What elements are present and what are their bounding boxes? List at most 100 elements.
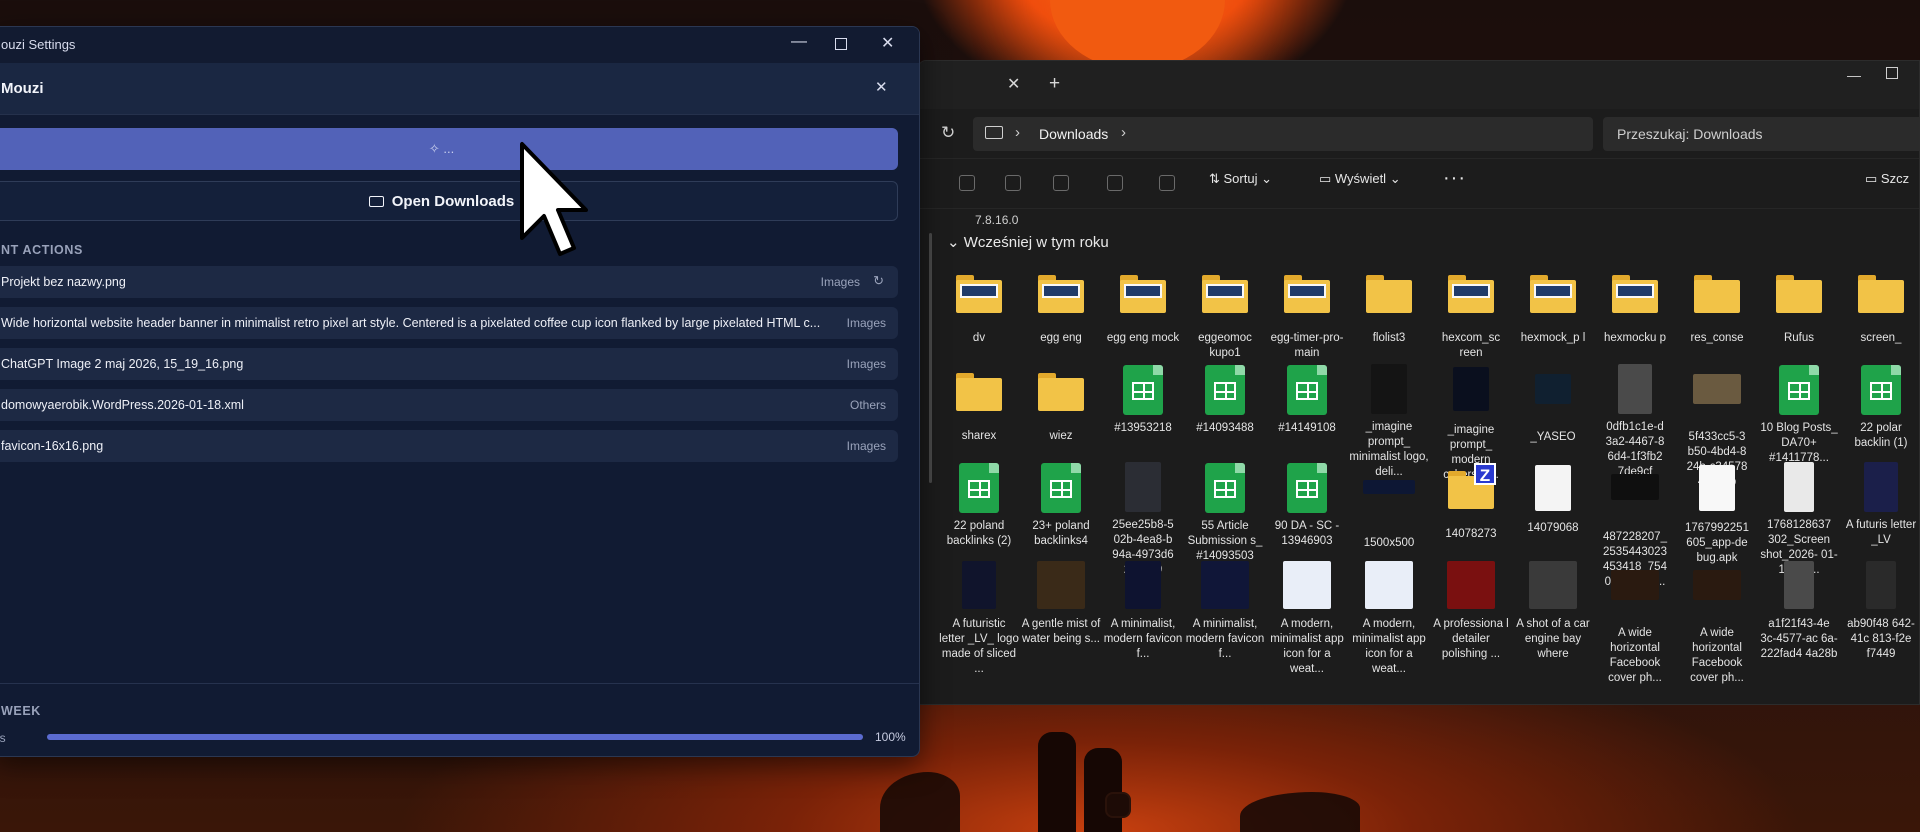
divider	[0, 683, 919, 684]
file-item[interactable]: #14149108	[1267, 363, 1347, 436]
close-panel-icon[interactable]: ✕	[875, 78, 888, 96]
primary-action-button[interactable]: ✧ ...	[0, 128, 898, 170]
recent-item[interactable]: domowyaerobik.WordPress.2026-01-18.xml O…	[0, 389, 898, 421]
folder-icon	[1038, 373, 1084, 411]
maximize-icon[interactable]	[835, 38, 847, 50]
file-item[interactable]: _YASEO	[1513, 363, 1593, 445]
delete-icon[interactable]	[1159, 175, 1175, 191]
scrollbar[interactable]	[929, 233, 932, 483]
minimize-icon[interactable]: —	[791, 33, 807, 51]
file-name: 1500x500	[1363, 537, 1415, 549]
new-tab-icon[interactable]: +	[1049, 73, 1060, 95]
mouzi-settings-window: ouzi Settings — ✕ Mouzi ✕ ✧ ... Open Dow…	[0, 26, 920, 757]
file-name: hexcom_sc reen	[1441, 332, 1501, 359]
group-header[interactable]: ⌄ Wcześniej w tym roku	[947, 233, 1109, 251]
wallpaper-foliage	[1240, 792, 1360, 832]
image-thumbnail	[1866, 561, 1896, 609]
recent-item[interactable]: Projekt bez nazwy.png Images ↻	[0, 266, 898, 298]
file-item[interactable]: 55 Article Submission s_ #14093503	[1185, 461, 1265, 564]
file-item[interactable]: dv	[939, 265, 1019, 346]
spreadsheet-icon	[1861, 365, 1901, 415]
file-item[interactable]: screen_	[1841, 265, 1919, 346]
chevron-right-icon[interactable]: ›	[1015, 124, 1020, 141]
share-icon[interactable]	[1107, 175, 1123, 191]
file-item[interactable]: A futuris letter _LV	[1841, 461, 1919, 548]
folder-icon	[956, 373, 1002, 411]
sort-button[interactable]: ⇅ Sortuj ⌄	[1209, 171, 1272, 187]
file-item[interactable]: A shot of a car engine bay where	[1513, 559, 1593, 662]
retry-icon[interactable]: ↻	[873, 273, 884, 289]
file-item[interactable]: A gentle mist of water being s...	[1021, 559, 1101, 647]
file-item[interactable]: #14093488	[1185, 363, 1265, 436]
file-item[interactable]: 23+ poland backlinks4	[1021, 461, 1101, 549]
file-item[interactable]: flolist3	[1349, 265, 1429, 346]
recent-item[interactable]: favicon-16x16.png Images	[0, 430, 898, 462]
folder-icon	[1038, 275, 1084, 313]
details-label: Szcz	[1880, 171, 1910, 186]
image-thumbnail	[1611, 474, 1659, 500]
file-item[interactable]: A wide horizontal Facebook cover ph...	[1595, 559, 1675, 686]
paste-icon[interactable]	[1005, 175, 1021, 191]
file-item[interactable]: sharex	[939, 363, 1019, 444]
file-item[interactable]: A minimalist, modern favicon f...	[1185, 559, 1265, 662]
file-item[interactable]: ab90f48 642-41c 813-f2e f7449	[1841, 559, 1919, 662]
file-item[interactable]: A modern, minimalist app icon for a weat…	[1349, 559, 1429, 677]
file-name: 10 Blog Posts_ DA70+ #1411778...	[1760, 422, 1838, 464]
file-name: A futuristic letter _LV_ logo made of sl…	[939, 618, 1019, 675]
rename-icon[interactable]	[1053, 175, 1069, 191]
group-label: Wcześniej w tym roku	[963, 234, 1109, 251]
minimize-icon[interactable]: —	[1847, 67, 1861, 83]
refresh-icon[interactable]: ↻	[941, 123, 955, 143]
recent-item[interactable]: ChatGPT Image 2 maj 2026, 15_19_16.png I…	[0, 348, 898, 380]
file-item[interactable]: A modern, minimalist app icon for a weat…	[1267, 559, 1347, 677]
breadcrumb[interactable]: Downloads	[1039, 126, 1108, 142]
file-item[interactable]: 1767992251 605_app-de bug.apk	[1677, 461, 1757, 566]
file-name: A shot of a car engine bay where	[1516, 618, 1590, 660]
file-item[interactable]: A professiona l detailer polishing ...	[1431, 559, 1511, 662]
file-item[interactable]: Z 14078273	[1431, 461, 1511, 542]
maximize-icon[interactable]	[1886, 67, 1898, 79]
file-item[interactable]: 90 DA - SC - 13946903	[1267, 461, 1347, 549]
file-item[interactable]: egg eng mock	[1103, 265, 1183, 346]
file-item[interactable]: 14079068	[1513, 461, 1593, 536]
details-pane-button[interactable]: ▭ Szcz	[1865, 171, 1909, 187]
folder-icon	[956, 275, 1002, 313]
file-item[interactable]: A wide horizontal Facebook cover ph...	[1677, 559, 1757, 686]
tab-close-icon[interactable]: ✕	[1007, 74, 1020, 94]
week-section-heading: WEEK	[1, 704, 41, 718]
more-options-icon[interactable]: ···	[1443, 167, 1466, 190]
file-item[interactable]: hexcom_sc reen	[1431, 265, 1511, 361]
file-name: egg eng mock	[1106, 332, 1180, 344]
image-thumbnail	[1693, 374, 1741, 404]
file-explorer-window: ✕ + — ↻ › Downloads › Przeszukaj: Downlo…	[918, 60, 1920, 705]
file-item[interactable]: 10 Blog Posts_ DA70+ #1411778...	[1759, 363, 1839, 466]
file-item[interactable]: #13953218	[1103, 363, 1183, 436]
file-item[interactable]: eggeomoc kupo1	[1185, 265, 1265, 361]
copy-icon[interactable]	[959, 175, 975, 191]
file-item[interactable]: res_conse	[1677, 265, 1757, 346]
file-item[interactable]: Rufus	[1759, 265, 1839, 346]
recent-item-name: domowyaerobik.WordPress.2026-01-18.xml	[1, 398, 244, 412]
close-icon[interactable]: ✕	[881, 33, 894, 53]
image-thumbnail	[1864, 462, 1898, 512]
file-item[interactable]: 1500x500	[1349, 461, 1429, 551]
path-box[interactable]: › Downloads ›	[973, 117, 1593, 151]
image-thumbnail	[1618, 364, 1652, 414]
file-item[interactable]: 22 poland backlinks (2)	[939, 461, 1019, 549]
file-item[interactable]: egg-timer-pro-main	[1267, 265, 1347, 361]
file-item[interactable]: egg eng	[1021, 265, 1101, 346]
file-item[interactable]: A minimalist, modern favicon f...	[1103, 559, 1183, 662]
file-item[interactable]: 22 polar backlin (1)	[1841, 363, 1919, 451]
view-button[interactable]: ▭ Wyświetl ⌄	[1319, 171, 1401, 187]
file-item[interactable]: hexmocku p	[1595, 265, 1675, 346]
open-downloads-button[interactable]: Open Downloads	[0, 181, 898, 221]
recent-item[interactable]: Wide horizontal website header banner in…	[0, 307, 898, 339]
file-item[interactable]: a1f21f43-4e 3c-4577-ac 6a-222fad4 4a28b	[1759, 559, 1839, 662]
search-input[interactable]: Przeszukaj: Downloads	[1603, 117, 1919, 151]
file-item[interactable]: hexmock_p l	[1513, 265, 1593, 346]
file-item[interactable]: A futuristic letter _LV_ logo made of sl…	[939, 559, 1019, 677]
file-name: 90 DA - SC - 13946903	[1274, 520, 1340, 547]
file-item[interactable]: wiez	[1021, 363, 1101, 444]
command-bar: ⇅ Sortuj ⌄ ▭ Wyświetl ⌄ ··· ▭ Szcz	[919, 159, 1919, 209]
chevron-right-icon[interactable]: ›	[1121, 124, 1126, 141]
